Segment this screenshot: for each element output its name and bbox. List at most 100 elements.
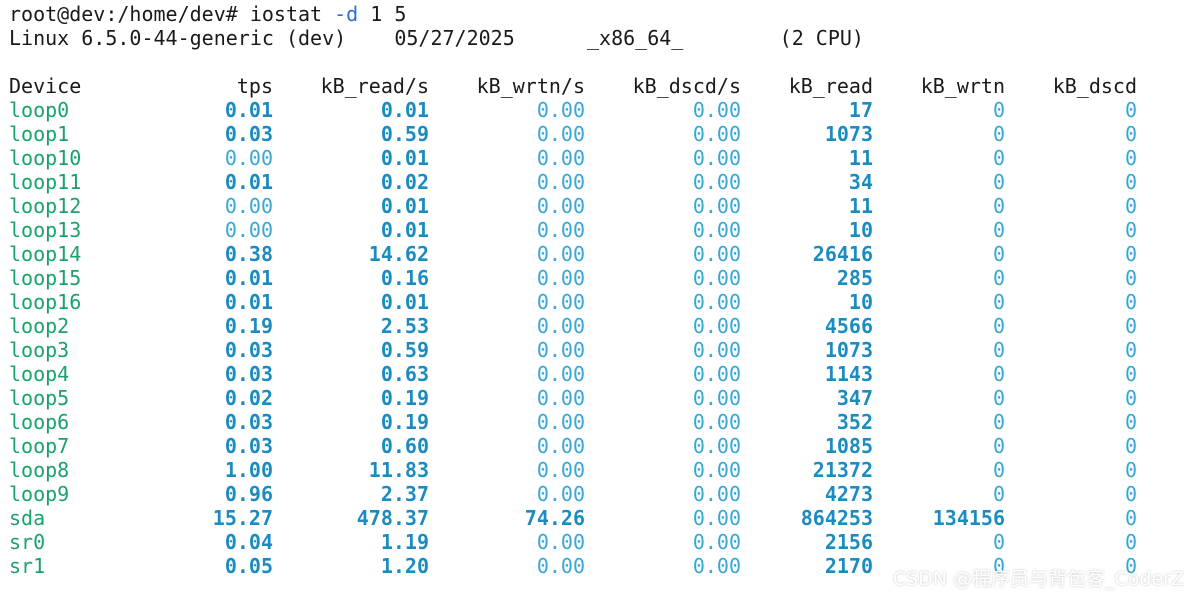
cell-kb-wrtn-s: 0.00 — [536, 170, 585, 194]
cell-kb-dscd-s: 0.00 — [692, 290, 741, 314]
cell-kb-wrtn-s: 0.00 — [536, 146, 585, 170]
cell-kb-read-s: 0.19 — [380, 386, 429, 410]
cell-device: loop14 — [9, 242, 82, 266]
cell-tps: 0.05 — [224, 554, 273, 578]
cell-kb-dscd: 0 — [1124, 506, 1137, 530]
cell-kb-read-s: 0.01 — [380, 194, 429, 218]
cell-kb-dscd: 0 — [1124, 146, 1137, 170]
cell-kb-wrtn: 0 — [992, 98, 1005, 122]
cell-kb-dscd: 0 — [1124, 434, 1137, 458]
cell-device: loop9 — [9, 482, 70, 506]
table-row: loop10 0.00 0.01 0.00 0.00 11 0 0 — [9, 146, 1189, 170]
cell-kb-dscd: 0 — [1124, 266, 1137, 290]
table-header: Device tps kB_read/s kB_wrtn/s kB_dscd/s… — [9, 74, 1189, 98]
cell-kb-wrtn: 0 — [992, 458, 1005, 482]
cell-kb-dscd: 0 — [1124, 242, 1137, 266]
cell-kb-dscd-s: 0.00 — [692, 218, 741, 242]
cell-kb-read: 1073 — [824, 122, 873, 146]
cell-kb-read-s: 14.62 — [368, 242, 429, 266]
cell-kb-dscd-s: 0.00 — [692, 362, 741, 386]
kernel-version: Linux 6.5.0-44-generic — [9, 26, 274, 50]
cell-kb-read-s: 0.01 — [380, 218, 429, 242]
cell-kb-read-s: 0.16 — [380, 266, 429, 290]
table-row: loop6 0.03 0.19 0.00 0.00 352 0 0 — [9, 410, 1189, 434]
cell-kb-wrtn: 0 — [992, 170, 1005, 194]
cell-kb-dscd: 0 — [1124, 530, 1137, 554]
cell-kb-dscd: 0 — [1124, 170, 1137, 194]
cell-tps: 0.01 — [224, 170, 273, 194]
cell-device: sr1 — [9, 554, 46, 578]
terminal-screenshot: { "terminal": { "prompt": "root@dev:/hom… — [0, 0, 1192, 598]
cell-kb-wrtn: 0 — [992, 410, 1005, 434]
cell-kb-wrtn-s: 0.00 — [536, 362, 585, 386]
cell-kb-wrtn-s: 74.26 — [524, 506, 585, 530]
header-tps: tps — [236, 74, 273, 98]
cell-kb-wrtn: 0 — [992, 362, 1005, 386]
cell-kb-wrtn: 0 — [992, 218, 1005, 242]
table-row: loop4 0.03 0.63 0.00 0.00 1143 0 0 — [9, 362, 1189, 386]
shell-prompt: root@dev:/home/dev# — [9, 2, 238, 26]
cell-kb-wrtn-s: 0.00 — [536, 386, 585, 410]
cell-kb-read-s: 0.19 — [380, 410, 429, 434]
cell-kb-wrtn-s: 0.00 — [536, 530, 585, 554]
cell-kb-read-s: 2.53 — [380, 314, 429, 338]
cell-kb-dscd: 0 — [1124, 194, 1137, 218]
cell-tps: 0.04 — [224, 530, 273, 554]
cell-kb-wrtn: 0 — [992, 242, 1005, 266]
cell-kb-read-s: 0.59 — [380, 122, 429, 146]
cell-kb-dscd: 0 — [1124, 218, 1137, 242]
cell-tps: 0.00 — [224, 218, 273, 242]
cell-kb-read-s: 0.01 — [380, 98, 429, 122]
cell-tps: 0.03 — [224, 410, 273, 434]
cell-device: loop10 — [9, 146, 82, 170]
cell-kb-read-s: 0.63 — [380, 362, 429, 386]
cell-kb-wrtn-s: 0.00 — [536, 434, 585, 458]
cell-device: loop13 — [9, 218, 82, 242]
watermark: CSDN @程序员与背包客_CoderZ — [892, 568, 1184, 590]
header-kb-read: kB_read — [788, 74, 873, 98]
cell-kb-dscd-s: 0.00 — [692, 554, 741, 578]
cell-kb-read: 10 — [848, 290, 873, 314]
cell-device: loop5 — [9, 386, 70, 410]
cell-kb-read-s: 11.83 — [368, 458, 429, 482]
cell-kb-read: 4273 — [824, 482, 873, 506]
cell-kb-read-s: 0.02 — [380, 170, 429, 194]
cell-tps: 0.00 — [224, 194, 273, 218]
cell-kb-dscd-s: 0.00 — [692, 266, 741, 290]
cell-kb-read: 17 — [848, 98, 873, 122]
cell-kb-wrtn: 0 — [992, 146, 1005, 170]
cell-kb-wrtn-s: 0.00 — [536, 482, 585, 506]
cell-kb-dscd-s: 0.00 — [692, 98, 741, 122]
cell-kb-read-s: 0.60 — [380, 434, 429, 458]
cell-kb-read: 2156 — [824, 530, 873, 554]
device-table-body: loop0 0.01 0.01 0.00 0.00 17 0 0 loop1 0.03 0.59 0.… — [9, 98, 1189, 578]
cell-kb-wrtn: 0 — [992, 266, 1005, 290]
cpu-count: (2 CPU) — [779, 26, 864, 50]
cell-kb-wrtn: 0 — [992, 434, 1005, 458]
command-name: iostat — [249, 2, 323, 26]
architecture: _x86_64_ — [587, 26, 684, 50]
cell-kb-dscd-s: 0.00 — [692, 194, 741, 218]
cell-kb-dscd-s: 0.00 — [692, 146, 741, 170]
cell-device: loop2 — [9, 314, 70, 338]
terminal-window[interactable]: root@dev:/home/dev# iostat -d 1 5 Linux … — [9, 2, 1189, 596]
cell-device: loop0 — [9, 98, 70, 122]
table-row: loop3 0.03 0.59 0.00 0.00 1073 0 0 — [9, 338, 1189, 362]
cell-kb-wrtn: 134156 — [932, 506, 1005, 530]
cell-kb-wrtn-s: 0.00 — [536, 458, 585, 482]
cell-kb-read: 1073 — [824, 338, 873, 362]
command-line: root@dev:/home/dev# iostat -d 1 5 — [9, 2, 1189, 26]
table-row: loop9 0.96 2.37 0.00 0.00 4273 0 0 — [9, 482, 1189, 506]
command-args: 1 5 — [370, 2, 407, 26]
header-kb-read-s: kB_read/s — [320, 74, 429, 98]
table-row: sda 15.27 478.37 74.26 0.00 864253 134156 0 — [9, 506, 1189, 530]
cell-device: loop15 — [9, 266, 82, 290]
cell-tps: 0.03 — [224, 362, 273, 386]
cell-kb-dscd-s: 0.00 — [692, 506, 741, 530]
cell-kb-dscd-s: 0.00 — [692, 482, 741, 506]
cell-kb-read-s: 0.59 — [380, 338, 429, 362]
table-row: loop16 0.01 0.01 0.00 0.00 10 0 0 — [9, 290, 1189, 314]
cell-device: loop11 — [9, 170, 82, 194]
cell-kb-read-s: 478.37 — [356, 506, 429, 530]
